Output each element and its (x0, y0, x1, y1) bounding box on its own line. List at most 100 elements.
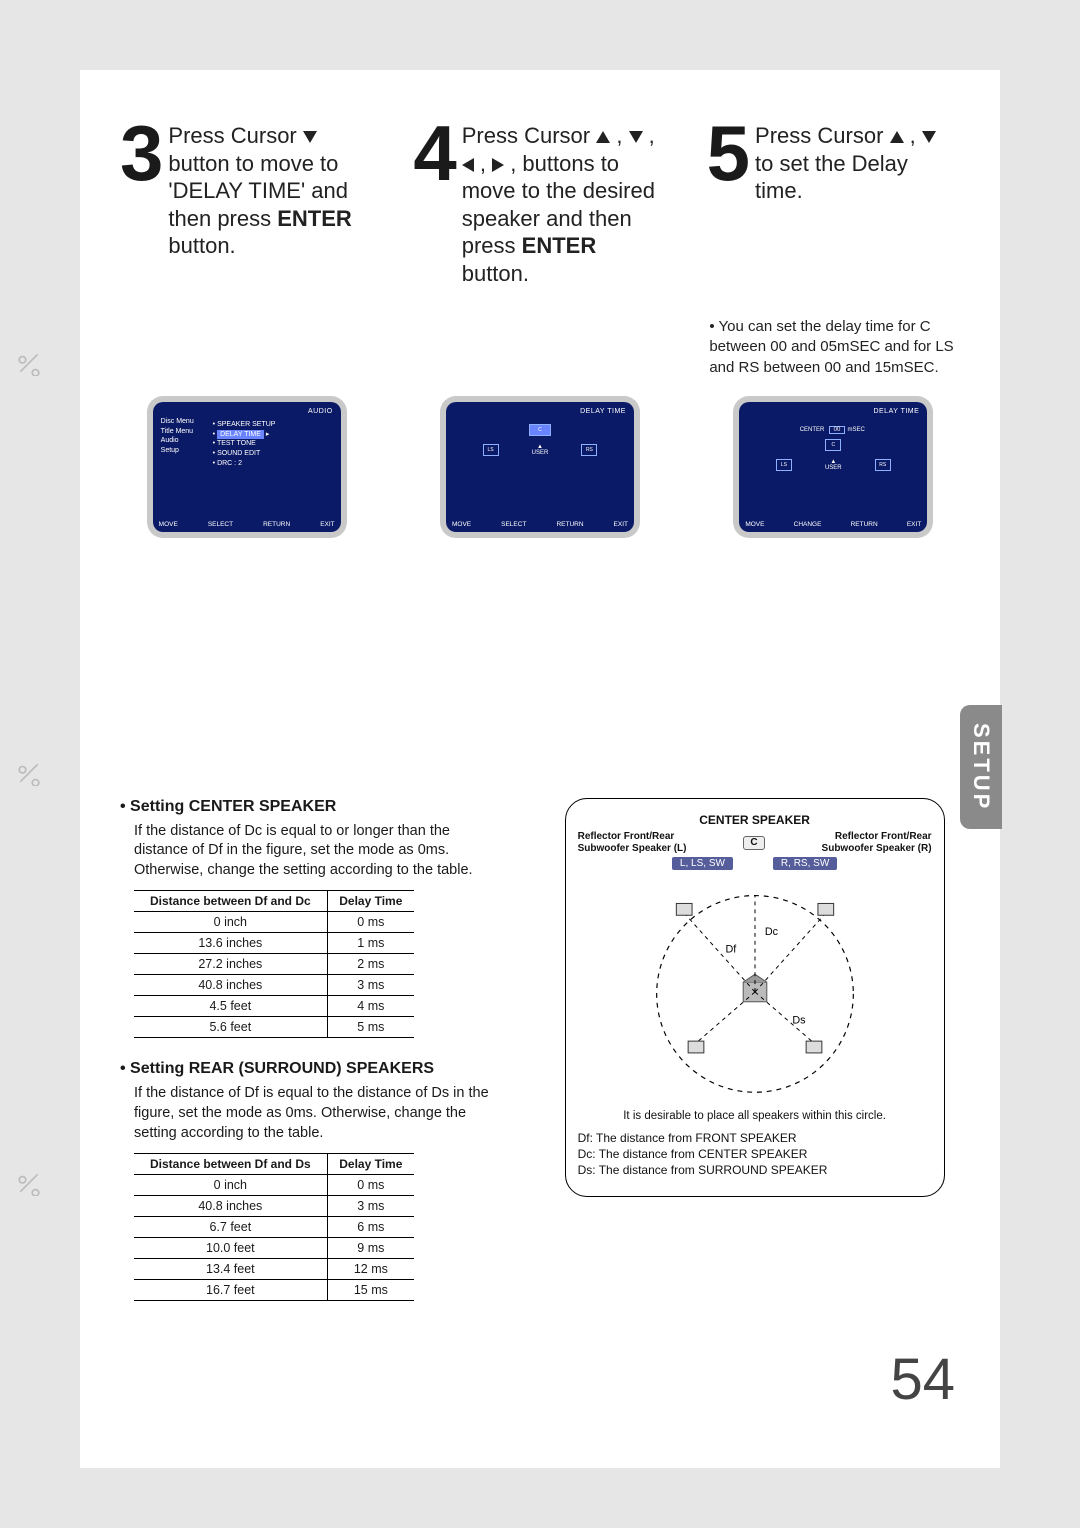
user-icon: ▲USER (532, 444, 549, 456)
speaker-rs: RS (875, 459, 891, 471)
footer-hint: SELECT (501, 521, 526, 528)
svg-text:Dc: Dc (764, 926, 778, 938)
cursor-down-icon (922, 131, 936, 143)
svg-text:Ds: Ds (792, 1014, 806, 1026)
text: Press Cursor (462, 123, 596, 148)
table-cell: 0 ms (327, 1175, 414, 1196)
footer-hint: SELECT (208, 521, 233, 528)
table-cell: 15 ms (327, 1280, 414, 1301)
screen-header: DELAY TIME (873, 408, 919, 415)
step-number: 3 (120, 120, 160, 186)
screenshot-step-4: DELAY TIME C LS ▲USER RS MOVE SELECT (413, 396, 666, 538)
right-menu: • SPEAKER SETUP • DELAY TIME ▸ • TEST TO… (213, 420, 276, 469)
text: Press Cursor (168, 123, 302, 148)
label: Reflector Front/Rear (835, 831, 932, 842)
table-cell: 27.2 inches (134, 954, 327, 975)
footer-hint: RETURN (851, 521, 878, 528)
menu-item: DRC : 2 (217, 460, 242, 467)
note-text: You can set the delay time for C between… (709, 318, 953, 376)
table-row: 40.8 inches3 ms (134, 975, 414, 996)
table-row: 13.6 inches1 ms (134, 933, 414, 954)
step-5-note: You can set the delay time for C between… (701, 317, 960, 378)
cut-mark-icon (16, 350, 42, 376)
step-number: 5 (707, 120, 747, 186)
cursor-down-icon (303, 131, 317, 143)
table-cell: 1 ms (327, 933, 414, 954)
c-chip: C (743, 836, 764, 850)
crt-screen: DELAY TIME C LS ▲USER RS MOVE SELECT (446, 402, 634, 532)
speaker-ls: LS (483, 444, 499, 456)
footer-hint: MOVE (452, 521, 471, 528)
content-area: 3 Press Cursor button to move to 'DELAY … (80, 70, 1000, 1468)
channel-chips: L, LS, SW R, RS, SW (578, 857, 932, 870)
label: Subwoofer Speaker (L) (578, 843, 687, 854)
label: Subwoofer Speaker (R) (822, 843, 932, 854)
table-row: 0 inch0 ms (134, 1175, 414, 1196)
spacer (411, 317, 662, 378)
speaker-circle: Dc Df Ds (578, 874, 932, 1104)
center-table-body: 0 inch0 ms13.6 inches1 ms27.2 inches2 ms… (134, 912, 414, 1038)
diagram-title: CENTER SPEAKER (578, 813, 932, 827)
text: button. (168, 233, 235, 258)
menu-item-highlighted: DELAY TIME (217, 430, 264, 440)
label-left: Reflector Front/Rear Subwoofer Speaker (… (578, 831, 687, 855)
text: button. (462, 261, 529, 286)
table-cell: 0 ms (327, 912, 414, 933)
step-3: 3 Press Cursor button to move to 'DELAY … (120, 120, 373, 287)
menu-item: SOUND EDIT (217, 450, 260, 457)
cursor-down-icon (629, 131, 643, 143)
steps-row: 3 Press Cursor button to move to 'DELAY … (120, 120, 960, 287)
chip-r: R, RS, SW (773, 857, 837, 870)
ms-label: mSEC (848, 427, 865, 433)
speaker-ls: LS (776, 459, 792, 471)
table-row: 27.2 inches2 ms (134, 954, 414, 975)
step-text: Press Cursor , to set the Delay time. (755, 120, 960, 205)
speaker-c-highlighted: C (529, 424, 551, 436)
footer-hint: MOVE (159, 521, 178, 528)
cursor-right-icon (492, 158, 504, 172)
monitors-row: AUDIO Disc Menu Title Menu Audio Setup •… (120, 396, 960, 538)
note-row: You can set the delay time for C between… (120, 317, 960, 378)
speaker-rs: RS (581, 444, 597, 456)
spacer (120, 317, 371, 378)
footer-hint: EXIT (614, 521, 628, 528)
menu-item: TEST TONE (217, 440, 256, 447)
table-cell: 10.0 feet (134, 1238, 327, 1259)
table-header: Distance between Df and Ds (134, 1154, 327, 1175)
diagram-legend: Df: The distance from FRONT SPEAKER Dc: … (578, 1130, 932, 1179)
screen-footer: MOVE CHANGE RETURN EXIT (745, 521, 921, 528)
step-text: Press Cursor , , , , buttons to move to … (462, 120, 667, 287)
table-header: Delay Time (327, 891, 414, 912)
lower-left-column: Setting CENTER SPEAKER If the distance o… (120, 798, 499, 1323)
screenshot-step-5: DELAY TIME CENTER 00 mSEC C LS ▲USER (707, 396, 960, 538)
table-row: 40.8 inches3 ms (134, 1196, 414, 1217)
screen-header: AUDIO (308, 408, 333, 415)
step-text: Press Cursor button to move to 'DELAY TI… (168, 120, 373, 260)
footer-hint: EXIT (907, 521, 921, 528)
enter-label: ENTER (277, 206, 352, 231)
step-5: 5 Press Cursor , to set the Delay time. (707, 120, 960, 287)
cursor-left-icon (462, 158, 474, 172)
rear-delay-table: Distance between Df and Ds Delay Time 0 … (134, 1153, 414, 1301)
crt-monitor: AUDIO Disc Menu Title Menu Audio Setup •… (147, 396, 347, 538)
rear-table-body: 0 inch0 ms40.8 inches3 ms6.7 feet6 ms10.… (134, 1175, 414, 1301)
speaker-layout: CENTER 00 mSEC C LS ▲USER RS (739, 424, 927, 471)
speaker-layout: C LS ▲USER RS (446, 424, 634, 456)
page-number: 54 (890, 1346, 955, 1413)
table-cell: 12 ms (327, 1259, 414, 1280)
table-cell: 0 inch (134, 912, 327, 933)
screen-footer: MOVE SELECT RETURN EXIT (452, 521, 628, 528)
diagram-caption: It is desirable to place all speakers wi… (578, 1110, 932, 1122)
table-cell: 5.6 feet (134, 1017, 327, 1038)
table-cell: 13.6 inches (134, 933, 327, 954)
cursor-up-icon (890, 131, 904, 143)
footer-hint: RETURN (556, 521, 583, 528)
table-row: 6.7 feet6 ms (134, 1217, 414, 1238)
table-row: 13.4 feet12 ms (134, 1259, 414, 1280)
table-cell: 0 inch (134, 1175, 327, 1196)
table-cell: 4.5 feet (134, 996, 327, 1017)
chip-l: L, LS, SW (672, 857, 733, 870)
cut-mark-icon (16, 1170, 42, 1196)
footer-hint: MOVE (745, 521, 764, 528)
center-delay-table: Distance between Df and Dc Delay Time 0 … (134, 890, 414, 1038)
